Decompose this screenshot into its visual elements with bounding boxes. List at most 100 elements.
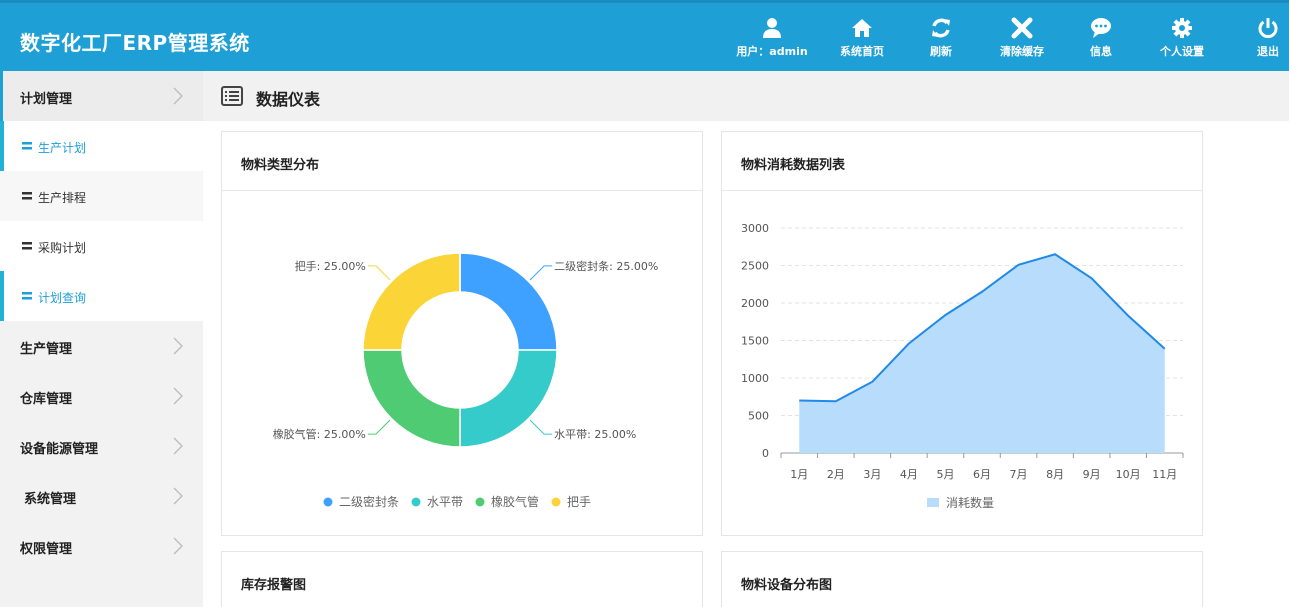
legend-marker (927, 498, 939, 507)
user-icon (763, 18, 781, 38)
close-icon (1011, 17, 1033, 39)
legend-label[interactable]: 水平带 (427, 495, 463, 509)
y-tick-label: 2000 (741, 297, 769, 310)
app-title: 数字化工厂ERP管理系统 (20, 31, 250, 55)
refresh-button[interactable]: 刷新 (915, 17, 967, 59)
pie-label-line (529, 265, 553, 281)
x-tick-label: 3月 (863, 468, 881, 481)
legend-label[interactable]: 把手 (567, 495, 591, 509)
legend-label[interactable]: 二级密封条 (339, 494, 399, 509)
x-tick-label: 5月 (936, 468, 954, 481)
sidebar-item-production[interactable]: 生产管理 (0, 321, 203, 371)
chevron-right-icon (173, 437, 183, 455)
legend-marker (475, 497, 485, 507)
pie-label: 二级密封条: 25.00% (554, 259, 658, 273)
card-title: 物料设备分布图 (741, 578, 833, 593)
material-type-card: 物料类型分布 二级密封条: 25.00% 水平带: 25.00% 橡胶气管: 25.… (221, 131, 703, 536)
home-button[interactable]: 系统首页 (831, 17, 893, 59)
card-title: 物料类型分布 (241, 158, 320, 173)
chevron-right-icon (173, 387, 183, 405)
sidebar-item-label: 设备能源管理 (20, 442, 99, 457)
material-type-pie-chart: 二级密封条: 25.00% 水平带: 25.00% 橡胶气管: 25.00% 把手: … (273, 252, 658, 509)
sidebar-subitem-label: 生产计划 (38, 141, 87, 155)
sidebar-item-warehouse[interactable]: 仓库管理 (0, 371, 203, 421)
sidebar-subitem-label: 采购计划 (38, 241, 87, 255)
legend-marker (551, 497, 561, 507)
sidebar-item-plan[interactable]: 计划管理 (0, 71, 203, 121)
chevron-right-icon (173, 487, 183, 505)
legend-marker (323, 497, 333, 507)
card-title: 库存报警图 (241, 578, 307, 593)
sidebar-subitem-label: 计划查询 (38, 291, 87, 305)
pie-label: 橡胶气管: 25.00% (273, 427, 366, 441)
card-title: 物料消耗数据列表 (741, 158, 846, 173)
pie-label: 水平带: 25.00% (554, 428, 636, 441)
y-tick-label: 2500 (741, 260, 769, 273)
sidebar-item-label: 权限管理 (20, 542, 73, 557)
x-tick-label: 4月 (900, 468, 918, 481)
pie-label-line (367, 419, 391, 435)
x-tick-label: 1月 (790, 468, 808, 481)
sidebar-item-label: 系统管理 (24, 492, 77, 507)
y-tick-label: 1000 (741, 372, 769, 385)
legend-label[interactable]: 橡胶气管 (491, 494, 539, 509)
sidebar-item-label: 生产管理 (20, 342, 73, 357)
gear-icon (1172, 18, 1192, 38)
sidebar-item-equipment-energy[interactable]: 设备能源管理 (0, 421, 203, 471)
sidebar: 计划管理 生产计划 生产排程 采购计划 计划查询 生产管理 仓库管理 设备能源管… (0, 71, 203, 607)
sidebar-subitem-production-plan[interactable]: 生产计划 (0, 121, 203, 171)
chevron-right-icon (173, 337, 183, 355)
sidebar-item-system[interactable]: 系统管理 (0, 471, 203, 521)
equipment-card: 物料设备分布图 (721, 551, 1203, 607)
logout-button[interactable]: 退出 (1250, 17, 1286, 59)
top-header: 数字化工厂ERP管理系统 用户：admin 系统首页 刷新 清除缓存 信息 个人… (0, 0, 1289, 71)
y-tick-label: 3000 (741, 222, 769, 235)
menu-lines-icon (22, 192, 32, 200)
sidebar-subitem-label: 生产排程 (38, 191, 87, 205)
clear-cache-button[interactable]: 清除缓存 (989, 17, 1055, 59)
home-icon (852, 19, 872, 37)
chevron-right-icon (173, 87, 183, 105)
sidebar-subitem-production-schedule[interactable]: 生产排程 (0, 171, 203, 221)
menu-lines-icon (22, 242, 32, 250)
sidebar-item-label: 仓库管理 (20, 392, 73, 407)
user-label: 用户：admin (736, 45, 808, 58)
consumption-area-chart: 0 500 1000 1500 2000 2500 3000 1月 2月 3月 4月 5月 6月 7月 8月… (741, 222, 1184, 510)
series-area (799, 254, 1165, 453)
user-button[interactable]: 用户：admin (732, 17, 812, 59)
sidebar-subitem-plan-query[interactable]: 计划查询 (0, 271, 203, 321)
message-icon (1091, 18, 1111, 38)
settings-label: 个人设置 (1160, 45, 1204, 58)
home-label: 系统首页 (840, 45, 884, 58)
settings-button[interactable]: 个人设置 (1150, 17, 1214, 59)
sidebar-item-label: 计划管理 (20, 92, 73, 107)
power-icon (1258, 18, 1278, 39)
clear-cache-label: 清除缓存 (1000, 45, 1044, 58)
menu-lines-icon (22, 292, 32, 300)
x-tick-label: 9月 (1083, 468, 1101, 481)
list-icon (221, 86, 243, 106)
pie-label: 把手: 25.00% (295, 259, 366, 273)
consumption-card: 物料消耗数据列表 0 500 1000 1500 2000 2500 3000 1月 2月 3月 4… (721, 131, 1203, 536)
chevron-right-icon (173, 537, 183, 555)
y-tick-label: 0 (762, 447, 769, 460)
message-button[interactable]: 信息 (1078, 17, 1124, 59)
refresh-label: 刷新 (930, 45, 952, 58)
x-tick-label: 6月 (973, 468, 991, 481)
x-tick-label: 10月 (1116, 468, 1141, 481)
refresh-icon (932, 18, 950, 38)
x-tick-label: 11月 (1152, 468, 1177, 481)
menu-lines-icon (22, 142, 32, 150)
legend-label[interactable]: 消耗数量 (946, 495, 994, 510)
sidebar-subitem-purchase-plan[interactable]: 采购计划 (0, 221, 203, 271)
message-label: 信息 (1090, 45, 1112, 58)
page-title: 数据仪表 (256, 90, 321, 109)
x-tick-label: 2月 (827, 468, 845, 481)
logout-label: 退出 (1257, 45, 1279, 58)
pie-label-line (367, 265, 391, 281)
y-tick-label: 1500 (741, 335, 769, 348)
content-header: 数据仪表 (203, 71, 1289, 121)
stock-alert-card: 库存报警图 (221, 551, 703, 607)
x-tick-label: 7月 (1010, 468, 1028, 481)
sidebar-item-permission[interactable]: 权限管理 (0, 521, 203, 571)
